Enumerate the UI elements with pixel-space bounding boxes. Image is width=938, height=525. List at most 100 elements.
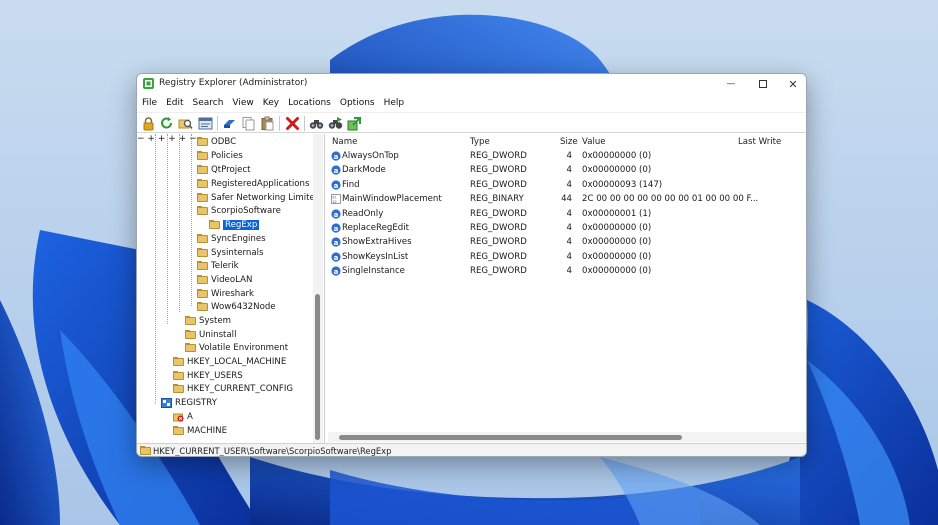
value-data: 2C 00 00 00 00 00 00 00 01 00 00 00 F...	[582, 194, 759, 205]
column-header-value[interactable]: Value	[582, 137, 606, 147]
maximize-button[interactable]	[748, 74, 778, 94]
goto-key-icon[interactable]	[222, 116, 237, 131]
close-icon: ✕	[788, 77, 798, 91]
list-scroll-thumb[interactable]	[339, 435, 682, 440]
values-list[interactable]: Name Type Size Value Last Write a AlwaysO…	[328, 134, 806, 443]
tree-node-regexp[interactable]: RegExp	[209, 218, 260, 231]
menu-search[interactable]: Search	[193, 98, 224, 108]
export-icon[interactable]	[347, 116, 362, 131]
menu-view[interactable]: View	[232, 98, 253, 108]
minimize-icon: —	[726, 79, 736, 89]
value-name: ReadOnly	[342, 208, 384, 219]
folder-icon	[197, 165, 208, 174]
menu-options[interactable]: Options	[340, 98, 375, 108]
tree-node-syncengines[interactable]: SyncEngines	[197, 232, 266, 245]
tree-node-policies[interactable]: Policies	[197, 149, 243, 162]
expand-toggle-icon[interactable]: +	[168, 134, 176, 144]
svg-text:a: a	[334, 167, 339, 175]
list-horizontal-scrollbar[interactable]	[328, 432, 806, 442]
tree-node-hkey-local-machine[interactable]: HKEY_LOCAL_MACHINE	[173, 355, 286, 368]
column-header-size[interactable]: Size	[560, 137, 578, 147]
column-header-type[interactable]: Type	[470, 137, 490, 147]
menu-edit[interactable]: Edit	[166, 98, 183, 108]
tree-node-system[interactable]: System	[185, 314, 231, 327]
value-size: 4	[566, 179, 572, 190]
close-button[interactable]: ✕	[778, 74, 806, 94]
tree-scroll-thumb[interactable]	[315, 294, 320, 440]
collapse-toggle-icon[interactable]: −	[137, 134, 145, 144]
tree-node-odbc[interactable]: ODBC	[197, 135, 236, 148]
lock-icon[interactable]	[141, 116, 156, 131]
column-header-last-write[interactable]: Last Write	[738, 137, 781, 147]
folder-icon	[185, 343, 196, 352]
table-row[interactable]: a SingleInstance REG_DWORD 0x00000000 (0) 4	[328, 265, 806, 279]
binoculars-find-icon[interactable]	[309, 116, 324, 131]
table-row[interactable]: a Find REG_DWORD 0x00000093 (147) 4	[328, 179, 806, 193]
tree-node-registeredapplications[interactable]: RegisteredApplications	[197, 177, 309, 190]
menu-help[interactable]: Help	[384, 98, 405, 108]
tree-node-safer-networking[interactable]: Safer Networking Limited	[197, 191, 320, 204]
registry-explorer-window: Registry Explorer (Administrator) — ✕ Fi…	[136, 73, 807, 457]
tree-node-telerik[interactable]: Telerik	[197, 259, 239, 272]
table-row[interactable]: a ReplaceRegEdit REG_DWORD 0x00000000 (0) 4	[328, 222, 806, 236]
paste-icon[interactable]	[260, 116, 275, 131]
table-row[interactable]: a ReadOnly REG_DWORD 0x00000001 (1) 4	[328, 208, 806, 222]
folder-icon	[173, 357, 184, 366]
refresh-icon[interactable]	[159, 116, 174, 131]
tree-node-hkey-users[interactable]: HKEY_USERS	[173, 369, 243, 382]
tree-node-hkey-current-config[interactable]: HKEY_CURRENT_CONFIG	[173, 382, 293, 395]
folder-icon	[197, 234, 208, 243]
tree-node-videolan[interactable]: VideoLAN	[197, 273, 252, 286]
tree-vertical-scrollbar[interactable]	[313, 134, 323, 443]
folder-icon	[173, 426, 184, 435]
table-row[interactable]: 01 10 MainWindowPlacement REG_BINARY 2C 00 0…	[328, 193, 806, 207]
value-type: REG_DWORD	[470, 223, 527, 233]
value-name: SingleInstance	[342, 266, 405, 277]
expand-toggle-icon[interactable]: +	[158, 134, 166, 144]
tree-node-registry[interactable]: REGISTRY	[161, 396, 217, 409]
tree-node-qtproject[interactable]: QtProject	[197, 163, 251, 176]
menu-key[interactable]: Key	[263, 98, 279, 108]
column-header-name[interactable]: Name	[332, 137, 357, 147]
folder-icon	[197, 289, 208, 298]
menu-file[interactable]: File	[142, 98, 157, 108]
tree-node-wow6432node[interactable]: Wow6432Node	[197, 300, 276, 313]
current-key-path: HKEY_CURRENT_USER\Software\ScorpioSoftwa…	[153, 446, 392, 456]
table-row[interactable]: a AlwaysOnTop REG_DWORD 0x00000000 (0) 4	[328, 150, 806, 164]
tree-node-volatile-environment[interactable]: Volatile Environment	[185, 341, 288, 354]
value-data: 0x00000093 (147)	[582, 179, 663, 190]
value-name: MainWindowPlacement	[342, 194, 442, 205]
value-data: 0x00000000 (0)	[582, 165, 652, 176]
key-tree[interactable]: ODBC Policies QtProject RegisteredApplic…	[137, 134, 325, 443]
svg-text:a: a	[334, 254, 339, 262]
expand-toggle-icon[interactable]: +	[147, 134, 155, 144]
table-row[interactable]: a ShowExtraHives REG_DWORD 0x00000000 (0) 4	[328, 236, 806, 250]
delete-icon[interactable]	[285, 116, 300, 131]
tree-node-machine[interactable]: MACHINE	[173, 424, 227, 437]
tree-node-wireshark[interactable]: Wireshark	[197, 287, 254, 300]
find-icon[interactable]	[178, 116, 193, 131]
toolbar-separator	[279, 116, 280, 131]
minimize-button[interactable]: —	[716, 74, 746, 94]
title-bar[interactable]: Registry Explorer (Administrator) — ✕	[137, 74, 806, 94]
tree-node-scorpiosoftware[interactable]: ScorpioSoftware	[197, 204, 281, 217]
menu-locations[interactable]: Locations	[288, 98, 331, 108]
value-data: 0x00000000 (0)	[582, 151, 652, 161]
table-row[interactable]: a ShowKeysInList REG_DWORD 0x00000000 (0) 4	[328, 251, 806, 265]
toolbar-separator	[217, 116, 218, 131]
menu-bar: File Edit Search View Key Locations Opti…	[137, 95, 806, 111]
folder-icon	[197, 248, 208, 257]
folder-icon	[197, 275, 208, 284]
tree-node-uninstall[interactable]: Uninstall	[185, 328, 236, 341]
tree-node-a[interactable]: A	[173, 410, 193, 423]
table-row[interactable]: a DarkMode REG_DWORD 0x00000000 (0) 4	[328, 164, 806, 178]
folder-icon	[197, 137, 208, 146]
binary-value-icon: 0110	[331, 194, 341, 205]
copy-icon[interactable]	[241, 116, 256, 131]
hex-editor-icon[interactable]	[198, 116, 213, 131]
binoculars-find-next-icon[interactable]	[328, 116, 343, 131]
tree-guide-line	[179, 134, 180, 312]
value-data: 0x00000000 (0)	[582, 251, 652, 262]
tree-node-sysinternals[interactable]: Sysinternals	[197, 246, 263, 259]
toolbar-separator	[304, 116, 305, 131]
